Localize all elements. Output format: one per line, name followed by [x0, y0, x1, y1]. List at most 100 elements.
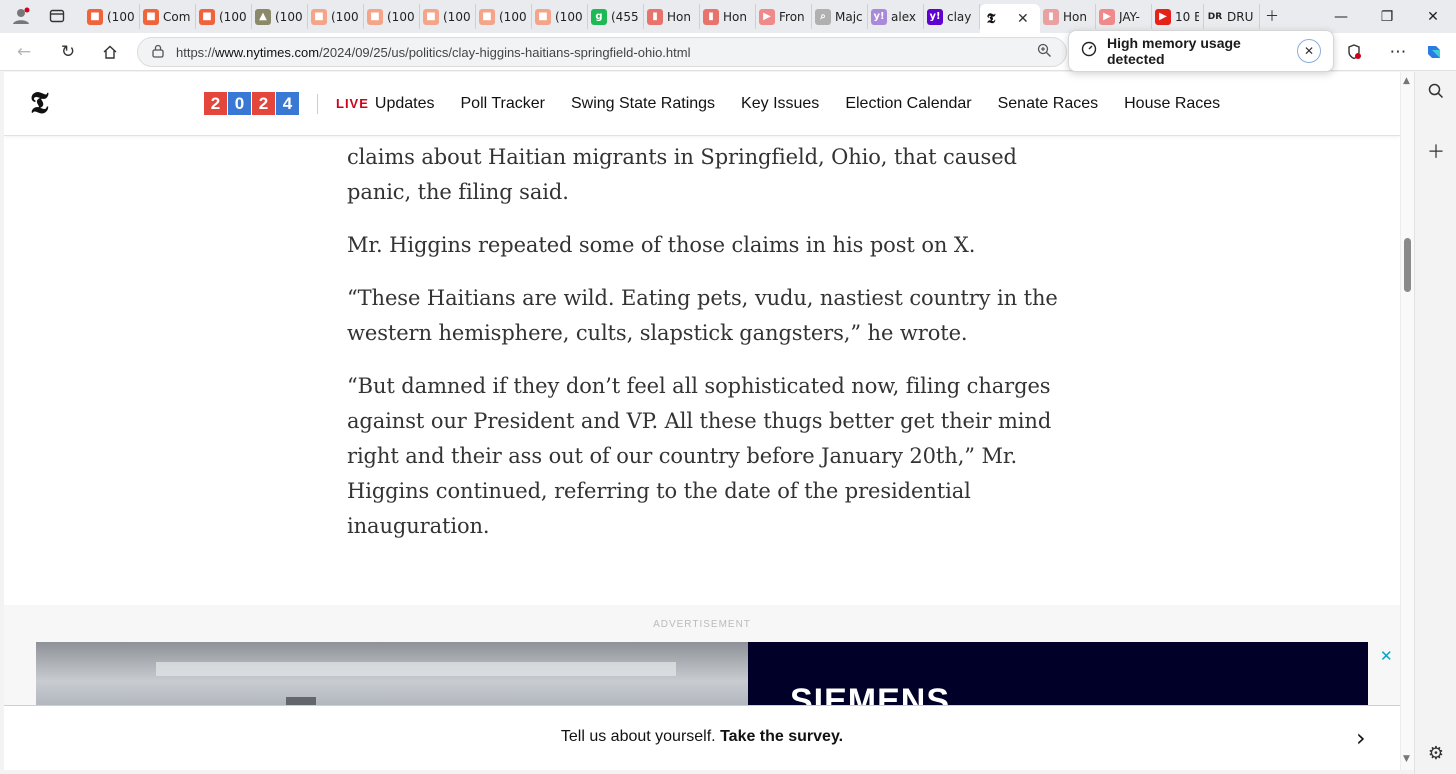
tab-actions-icon[interactable] — [44, 4, 70, 28]
live-badge: LIVE — [336, 96, 369, 111]
browser-tab[interactable]: ▮ Hon — [644, 4, 700, 29]
url-host: www.nytimes.com — [215, 44, 320, 60]
tab-title: clay — [947, 9, 972, 24]
browser-tab[interactable]: y! clay — [924, 4, 980, 29]
survey-cta[interactable]: Take the survey. — [720, 728, 843, 745]
page-scrollbar[interactable]: ▲ ▼ — [1400, 72, 1414, 770]
tab-title: (100 — [331, 9, 359, 24]
ad-close-icon[interactable]: ✕ — [1380, 647, 1393, 665]
back-icon[interactable]: ← — [10, 39, 38, 65]
browser-tab[interactable]: y! alex — [868, 4, 924, 29]
nyt-header: 𝕿 2024 LIVE Updates Poll Tracker Swing Sta… — [4, 72, 1400, 136]
more-options-icon[interactable]: ⋯ — [1384, 39, 1412, 65]
g-icon: g — [591, 8, 607, 25]
settings-gear-icon[interactable]: ⚙ — [1423, 740, 1449, 766]
tab-title: (100 — [499, 9, 527, 24]
browser-tab[interactable]: ■ (100 — [476, 4, 532, 29]
substack-icon: ■ — [143, 8, 159, 25]
article-paragraph: “But damned if they don’t feel all sophi… — [347, 374, 1052, 538]
substack-icon: ■ — [423, 8, 439, 25]
nav-live-label: Updates — [374, 95, 435, 112]
home-icon[interactable] — [96, 39, 124, 65]
browser-tab[interactable]: ■ (100 — [308, 4, 364, 29]
nav-item[interactable]: Poll Tracker — [461, 95, 545, 113]
browser-tab[interactable]: 𝕿 ✕ — [980, 4, 1040, 33]
memory-alert-popup[interactable]: High memory usage detected ✕ — [1068, 30, 1334, 72]
substack-icon: ■ — [87, 8, 103, 25]
scroll-up-icon[interactable]: ▲ — [1403, 76, 1410, 86]
add-sidebar-app-icon[interactable]: ＋ — [1423, 138, 1449, 164]
search-icon[interactable] — [1423, 78, 1449, 104]
maximize-icon[interactable]: ❐ — [1364, 0, 1410, 33]
scroll-down-icon[interactable]: ▼ — [1403, 754, 1410, 764]
drudge-icon: DR — [1207, 11, 1223, 22]
browser-tab[interactable]: ■ Com — [140, 4, 196, 29]
header-divider — [317, 94, 318, 114]
tab-title: (100 — [107, 9, 135, 24]
dismiss-alert-button[interactable]: ✕ — [1297, 39, 1321, 63]
browser-tab[interactable]: ■ (100 — [532, 4, 588, 29]
nav-item[interactable]: Senate Races — [998, 95, 1099, 113]
nav-item[interactable]: Election Calendar — [845, 95, 971, 113]
minimize-icon[interactable]: — — [1318, 0, 1364, 33]
nav-item[interactable]: Swing State Ratings — [571, 95, 715, 113]
substack-icon: ■ — [311, 8, 327, 25]
advertisement-label: ADVERTISEMENT — [653, 619, 751, 630]
nav-item[interactable]: House Races — [1124, 95, 1220, 113]
tab-title: Hon — [667, 9, 691, 24]
survey-text[interactable]: Tell us about yourself. Take the survey. — [4, 728, 1400, 746]
article-body: claims about Haitian migrants in Springf… — [347, 140, 1062, 562]
page-viewport: 𝕿 2024 LIVE Updates Poll Tracker Swing Sta… — [4, 72, 1400, 770]
bookmark-icon: ▮ — [647, 8, 663, 25]
survey-lead: Tell us about yourself. — [560, 728, 716, 745]
browser-tab[interactable]: ■ (100 — [84, 4, 140, 29]
address-bar[interactable]: https://www.nytimes.com/2024/09/25/us/po… — [137, 37, 1067, 67]
profile-avatar-icon[interactable] — [8, 4, 34, 28]
nav-live-updates[interactable]: LIVE Updates — [336, 95, 435, 113]
browser-tab[interactable]: DR DRU — [1204, 4, 1260, 29]
browser-tab[interactable]: ▶ JAY- — [1096, 4, 1152, 29]
browser-tab[interactable]: ▮ Hon — [700, 4, 756, 29]
browser-tab[interactable]: ▶ 10 B — [1152, 4, 1204, 29]
ad-image-shelf — [156, 662, 676, 676]
scrollbar-thumb[interactable] — [1404, 238, 1411, 292]
tab-title: 10 B — [1175, 9, 1199, 24]
browser-tab[interactable]: ▶ Fron — [756, 4, 812, 29]
browser-tab[interactable]: ■ (100 — [420, 4, 476, 29]
chevron-right-icon[interactable]: › — [1356, 724, 1366, 752]
browser-tab[interactable]: ■ (100 — [196, 4, 252, 29]
new-tab-icon[interactable]: ＋ — [1259, 4, 1285, 28]
article-paragraph: Mr. Higgins repeated some of those claim… — [347, 233, 976, 257]
lock-icon[interactable] — [152, 43, 164, 62]
nyt-logo[interactable]: 𝕿 — [30, 88, 60, 120]
election-2024-logo[interactable]: 2024 — [204, 92, 300, 115]
url-text[interactable]: https://www.nytimes.com/2024/09/25/us/po… — [176, 45, 1037, 60]
tab-title: (100 — [555, 9, 583, 24]
close-window-icon[interactable]: ✕ — [1410, 0, 1456, 33]
edge-sidebar: ＋ ⚙ — [1414, 72, 1456, 774]
election-nav: LIVE Updates Poll Tracker Swing State Rati… — [336, 92, 1246, 116]
browser-tab[interactable]: ■ (100 — [364, 4, 420, 29]
tab-title: DRU — [1227, 9, 1254, 24]
url-prefix: https:// — [176, 44, 216, 60]
browser-essentials-icon[interactable] — [1340, 39, 1368, 65]
survey-banner[interactable]: Tell us about yourself. Take the survey.… — [4, 705, 1400, 770]
nyt-icon: 𝕿 — [986, 10, 996, 27]
substack-icon: ■ — [367, 8, 383, 25]
tab-title: Com — [163, 9, 191, 24]
browser-tab[interactable]: ▮ Hon — [1040, 4, 1096, 29]
performance-gauge-icon — [1081, 41, 1097, 61]
memory-alert-text: High memory usage detected — [1107, 35, 1241, 67]
browser-tab[interactable]: g (455 — [588, 4, 644, 29]
nav-item[interactable]: Key Issues — [741, 95, 819, 113]
reload-icon[interactable]: ↻ — [54, 39, 82, 65]
browser-tab[interactable]: ⌕ Majc — [812, 4, 868, 29]
browser-tab[interactable]: ▲ (100 — [252, 4, 308, 29]
tab-title: Hon — [1063, 9, 1087, 24]
bookmark-icon: ▮ — [703, 8, 719, 25]
zoom-icon[interactable] — [1037, 43, 1052, 62]
copilot-icon[interactable] — [1420, 39, 1448, 65]
close-tab-icon[interactable]: ✕ — [1017, 11, 1029, 27]
tab-title: Hon — [723, 9, 747, 24]
tab-title: alex — [891, 9, 916, 24]
